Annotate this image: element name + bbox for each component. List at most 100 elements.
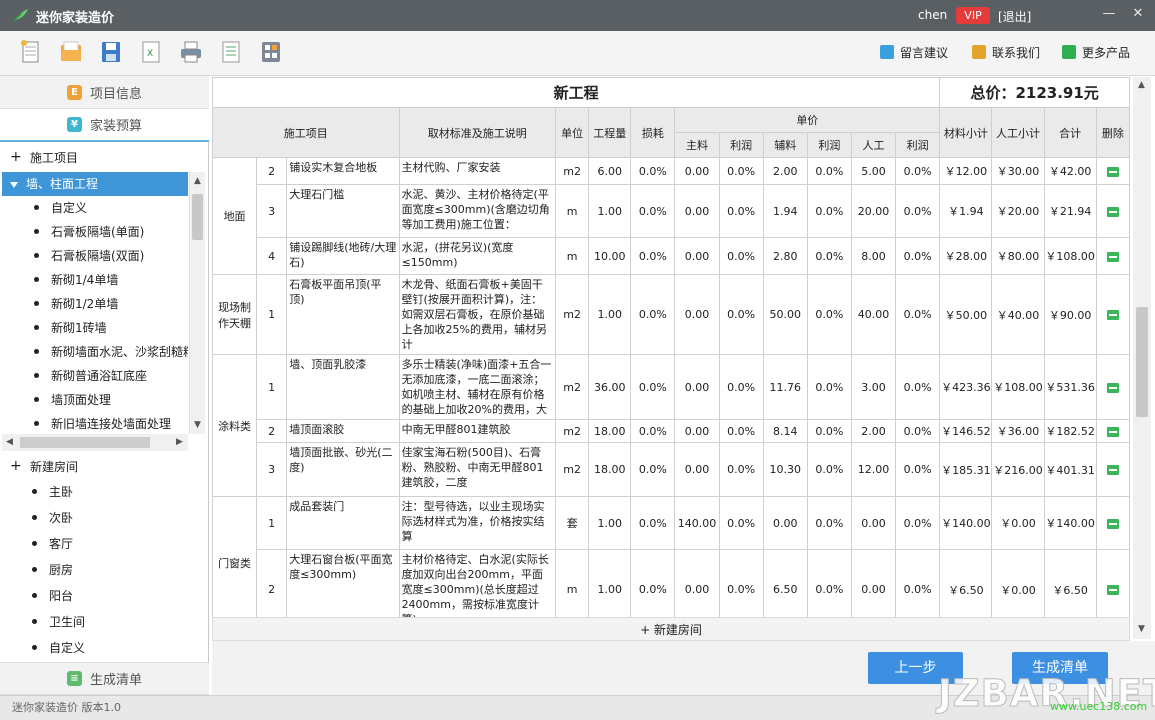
cell-p1[interactable]: 0.0%	[718, 442, 764, 497]
cell-ls[interactable]: ￥20.00	[991, 184, 1045, 238]
cell-mat[interactable]: 0.00	[674, 237, 720, 275]
cell-p2[interactable]: 0.0%	[806, 496, 852, 550]
cell-p2[interactable]: 0.0%	[806, 157, 852, 185]
cell-p1[interactable]: 0.0%	[718, 354, 764, 420]
cell-ms[interactable]: ￥423.36	[939, 354, 993, 420]
cell-unit[interactable]: m2	[555, 419, 590, 443]
cell-p2[interactable]: 0.0%	[806, 419, 852, 443]
item-name-cell[interactable]: 大理石门槛	[286, 184, 400, 238]
cell-total[interactable]: ￥90.00	[1043, 274, 1097, 355]
item-name-cell[interactable]: 铺设实木复合地板	[286, 157, 400, 185]
cell-labor[interactable]: 2.00	[850, 419, 897, 443]
table-vertical-scrollbar[interactable]: ▲ ▼	[1133, 77, 1151, 639]
excel-export-icon[interactable]: X	[138, 39, 164, 65]
cell-labor[interactable]: 0.00	[850, 496, 897, 550]
item-name-cell[interactable]: 铺设踢脚线(地砖/大理石)	[286, 237, 400, 275]
cell-labor[interactable]: 40.00	[850, 274, 897, 355]
tree-node-wall[interactable]: 墙、柱面工程	[2, 172, 188, 196]
cell-p1[interactable]: 0.0%	[718, 274, 764, 355]
room-item[interactable]: 卫生间	[0, 609, 209, 635]
cell-loss[interactable]: 0.0%	[630, 419, 676, 443]
cell-mat[interactable]: 0.00	[674, 442, 720, 497]
item-name-cell[interactable]: 石膏板平面吊顶(平顶)	[286, 274, 400, 355]
cell-unit[interactable]: m2	[555, 157, 590, 185]
tree-item[interactable]: 新砌普通浴缸底座	[2, 364, 188, 388]
delete-row-button[interactable]	[1095, 419, 1130, 443]
cell-ls[interactable]: ￥40.00	[991, 274, 1045, 355]
cell-p3[interactable]: 0.0%	[895, 157, 941, 185]
logout-link[interactable]: [退出]	[998, 8, 1031, 25]
description-cell[interactable]: 主材代购、厂家安装	[398, 157, 557, 185]
cell-ms[interactable]: ￥1.94	[939, 184, 993, 238]
table-row[interactable]: 4 铺设踢脚线(地砖/大理石) 水泥，(拼花另议)(宽度≤150mm) m 10.00 0…	[213, 237, 1130, 275]
cell-p3[interactable]: 0.0%	[895, 354, 941, 420]
tree-item[interactable]: 新砌1/4单墙	[2, 268, 188, 292]
cell-p3[interactable]: 0.0%	[895, 442, 941, 497]
group-new-room[interactable]: + 新建房间	[0, 454, 209, 478]
contact-link[interactable]: 联系我们	[972, 43, 1040, 61]
room-item[interactable]: 阳台	[0, 583, 209, 609]
cell-ms[interactable]: ￥185.31	[939, 442, 993, 497]
tab-project-info[interactable]: E 项目信息	[0, 76, 209, 109]
tree-item[interactable]: 新砌1/2单墙	[2, 292, 188, 316]
description-cell[interactable]: 水泥、黄沙、主材价格待定(平面宽度≤300mm)(含磨边切角等加工费用)施工位置…	[398, 184, 557, 238]
cell-mat[interactable]: 0.00	[674, 354, 720, 420]
table-row[interactable]: 现场制作天棚 1 石膏板平面吊顶(平顶) 木龙骨、纸面石膏板+美固干壁钉(按展开面积计…	[212, 274, 1130, 355]
cell-total[interactable]: ￥401.31	[1043, 442, 1097, 497]
cell-qty[interactable]: 10.00	[588, 237, 632, 275]
item-name-cell[interactable]: 墙顶面滚胶	[286, 419, 400, 443]
minimize-button[interactable]: —	[1097, 3, 1121, 27]
item-name-cell[interactable]: 墙顶面批嵌、砂光(二度)	[286, 442, 400, 497]
cell-aux[interactable]: 11.76	[762, 354, 808, 420]
cell-p2[interactable]: 0.0%	[806, 184, 852, 238]
delete-row-button[interactable]	[1095, 184, 1130, 238]
cell-ms[interactable]: ￥12.00	[939, 157, 993, 185]
cell-aux[interactable]: 10.30	[762, 442, 808, 497]
cell-mat[interactable]: 0.00	[674, 184, 720, 238]
new-file-icon[interactable]	[18, 39, 44, 65]
cell-loss[interactable]: 0.0%	[630, 274, 676, 355]
cell-qty[interactable]: 36.00	[588, 354, 632, 420]
cell-labor[interactable]: 3.00	[850, 354, 897, 420]
cell-p1[interactable]: 0.0%	[718, 184, 764, 238]
cell-mat[interactable]: 140.00	[674, 496, 720, 550]
cell-ms[interactable]: ￥28.00	[939, 237, 993, 275]
cell-aux[interactable]: 2.00	[762, 157, 808, 185]
vip-badge[interactable]: VIP	[956, 7, 990, 24]
cell-p2[interactable]: 0.0%	[806, 442, 852, 497]
cell-loss[interactable]: 0.0%	[630, 184, 676, 238]
description-cell[interactable]: 木龙骨、纸面石膏板+美固干壁钉(按展开面积计算)，注：如需双层石膏板，在原价基础…	[398, 274, 557, 355]
tab-budget[interactable]: ¥ 家装预算	[0, 109, 209, 142]
item-name-cell[interactable]: 墙、顶面乳胶漆	[286, 354, 400, 420]
cell-p3[interactable]: 0.0%	[895, 496, 941, 550]
cell-p1[interactable]: 0.0%	[718, 237, 764, 275]
table-row[interactable]: 3 大理石门槛 水泥、黄沙、主材价格待定(平面宽度≤300mm)(含磨边切角等加工费…	[213, 184, 1130, 238]
cell-ls[interactable]: ￥30.00	[991, 157, 1045, 185]
table-row[interactable]: 门窗类 1 成品套装门 注：型号待选，以业主现场实际选材样式为准，价格按实结算套 1.0…	[212, 496, 1130, 630]
tree-item[interactable]: 新旧墙连接处墙面处理	[2, 412, 188, 434]
cell-qty[interactable]: 1.00	[588, 496, 632, 550]
table-row[interactable]: 2 墙顶面滚胶 中南无甲醛801建筑胶 m2 18.00 0.0% 0.00 0.0% 8.14…	[213, 419, 1130, 443]
cell-aux[interactable]: 50.00	[762, 274, 808, 355]
print-icon[interactable]	[178, 39, 204, 65]
cell-ms[interactable]: ￥146.52	[939, 419, 993, 443]
table-row[interactable]: 3 墙顶面批嵌、砂光(二度) 佳家宝海石粉(500目)、石膏粉、熟胶粉、中南无甲醛8…	[213, 442, 1130, 497]
cell-ms[interactable]: ￥50.00	[939, 274, 993, 355]
save-icon[interactable]	[98, 39, 124, 65]
cell-loss[interactable]: 0.0%	[630, 157, 676, 185]
room-item[interactable]: 主卧	[0, 479, 209, 505]
project-title[interactable]: 新工程	[212, 77, 941, 108]
room-item[interactable]: 厨房	[0, 557, 209, 583]
description-cell[interactable]: 多乐士精装(净味)面漆+五合一无添加底漆，一底二面滚涂；如机喷主材、辅材在原有价…	[398, 354, 557, 420]
cell-aux[interactable]: 0.00	[762, 496, 808, 550]
delete-row-button[interactable]	[1095, 237, 1130, 275]
table-row[interactable]: 地面 2 铺设实木复合地板 主材代购、厂家安装 m2 6.00 0.0% 0.00 0.0% 2.…	[212, 157, 1130, 275]
cell-loss[interactable]: 0.0%	[630, 354, 676, 420]
cell-unit[interactable]: m2	[555, 274, 590, 355]
cell-p3[interactable]: 0.0%	[895, 237, 941, 275]
cell-qty[interactable]: 1.00	[588, 274, 632, 355]
delete-row-button[interactable]	[1095, 496, 1130, 550]
cell-p3[interactable]: 0.0%	[895, 274, 941, 355]
cell-labor[interactable]: 20.00	[850, 184, 897, 238]
cell-mat[interactable]: 0.00	[674, 157, 720, 185]
